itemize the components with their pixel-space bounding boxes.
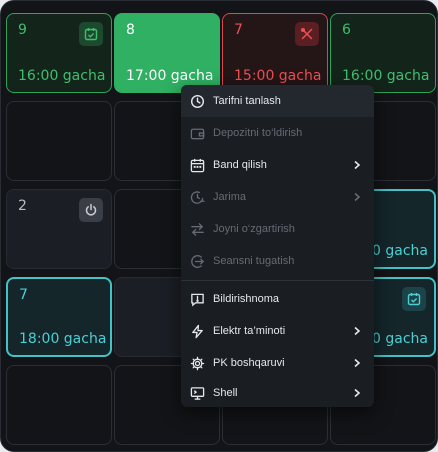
menu-item-label: PK boshqaruvi (213, 357, 285, 369)
menu-item-band-qilish[interactable]: Band qilish (181, 149, 374, 181)
alert-message-icon (189, 291, 205, 307)
tile-number: 6 (342, 22, 351, 38)
menu-item-label: Shell (213, 387, 238, 399)
menu-item-label: Depozitni to‘ldirish (213, 127, 303, 139)
menu-item-label: Elektr ta’minoti (213, 325, 286, 337)
menu-item-label: Joyni o‘zgartirish (213, 223, 295, 235)
context-menu: Tarifni tanlash Depozitni to‘ldirish Ban… (181, 85, 374, 407)
tools-icon (295, 22, 319, 46)
menu-item-joyni-ozgartirish[interactable]: Joyni o‘zgartirish (181, 213, 374, 245)
tile-number: 7 (234, 22, 243, 38)
gear-icon (189, 355, 205, 371)
pc-tile-6[interactable]: 6 16:00 gacha (330, 13, 436, 93)
tile-until: 0 gacha (372, 331, 428, 347)
monitor-icon (189, 385, 205, 401)
tile-until: 16:00 gacha (342, 68, 430, 84)
tile-until: 16:00 gacha (18, 68, 106, 84)
tile-until: 17:00 gacha (126, 68, 214, 84)
calendar-icon (189, 157, 205, 173)
tile-number: 8 (126, 22, 135, 38)
clock-icon (189, 93, 205, 109)
tile-until: 15:00 gacha (234, 68, 322, 84)
menu-item-label: Bildirishnoma (213, 293, 280, 305)
menu-item-tarifni-tanlash[interactable]: Tarifni tanlash (181, 85, 374, 117)
swap-icon (189, 221, 205, 237)
exit-icon (189, 253, 205, 269)
power-icon (79, 198, 103, 222)
menu-item-label: Seansni tugatish (213, 255, 295, 267)
chevron-right-icon (354, 192, 361, 202)
menu-divider (181, 280, 374, 281)
menu-item-label: Jarima (213, 191, 247, 203)
tile-until: 18:00 gacha (19, 331, 107, 347)
menu-item-depozit[interactable]: Depozitni to‘ldirish (181, 117, 374, 149)
pc-tile-8[interactable]: 8 17:00 gacha (114, 13, 220, 93)
app-frame: 9 16:00 gacha 8 17:00 gacha 7 15:00 gach… (0, 0, 438, 452)
chevron-right-icon (354, 160, 361, 170)
menu-item-jarima[interactable]: Jarima (181, 181, 374, 213)
wallet-icon (189, 125, 205, 141)
pc-tile-7-red[interactable]: 7 15:00 gacha (222, 13, 328, 93)
pc-tile-empty[interactable] (6, 101, 112, 181)
menu-item-pk-boshqaruvi[interactable]: PK boshqaruvi (181, 347, 374, 379)
chevron-right-icon (354, 326, 361, 336)
pc-tile-7-cyan[interactable]: 7 18:00 gacha (6, 277, 112, 357)
calendar-check-icon (79, 22, 103, 46)
tile-number: 7 (19, 287, 28, 303)
chevron-right-icon (354, 358, 361, 368)
pc-tile-empty[interactable] (6, 365, 112, 445)
lightning-icon (189, 323, 205, 339)
menu-item-seansni-tugatish[interactable]: Seansni tugatish (181, 245, 374, 277)
tile-number: 2 (18, 198, 27, 214)
chevron-right-icon (354, 388, 361, 398)
tile-number: 9 (18, 22, 27, 38)
pc-tile-9[interactable]: 9 16:00 gacha (6, 13, 112, 93)
menu-item-bildirishnoma[interactable]: Bildirishnoma (181, 283, 374, 315)
menu-item-shell[interactable]: Shell (181, 379, 374, 407)
clock-minus-icon (189, 189, 205, 205)
menu-item-label: Tarifni tanlash (213, 95, 281, 107)
pc-tile-2[interactable]: 2 (6, 189, 112, 269)
tile-until: 0 gacha (372, 243, 428, 259)
calendar-check-icon (402, 287, 426, 311)
menu-item-elektr[interactable]: Elektr ta’minoti (181, 315, 374, 347)
menu-item-label: Band qilish (213, 159, 267, 171)
